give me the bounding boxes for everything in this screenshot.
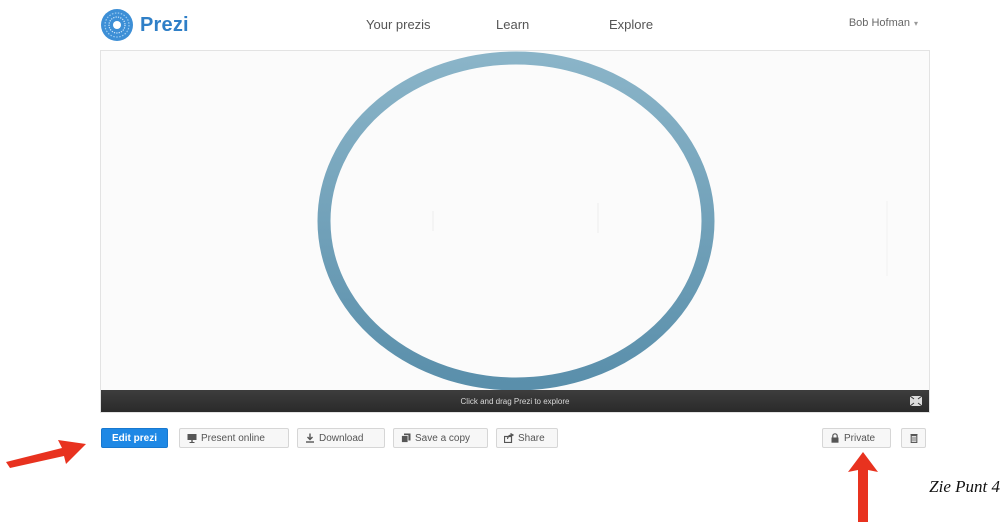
private-button[interactable]: Private [822, 428, 891, 448]
share-button[interactable]: Share [496, 428, 558, 448]
prezi-logo-icon [101, 9, 133, 41]
edit-prezi-button[interactable]: Edit prezi [101, 428, 168, 448]
chevron-down-icon: ▾ [913, 18, 918, 28]
edit-prezi-label: Edit prezi [111, 432, 157, 444]
hint-text: Click and drag Prezi to explore [460, 396, 570, 406]
annotation-text: Zie Punt 4 [929, 477, 1000, 496]
lock-icon [831, 433, 839, 443]
hint-bar: Click and drag Prezi to explore [101, 390, 929, 412]
nav-your-prezis[interactable]: Your prezis [366, 17, 431, 32]
prezi-preview-canvas[interactable]: Click and drag Prezi to explore [100, 50, 930, 413]
download-label: Download [319, 432, 364, 444]
arrow-right-icon [6, 440, 86, 468]
copy-icon [401, 433, 411, 443]
present-icon [187, 434, 197, 443]
arrow-up-icon [848, 452, 878, 522]
user-name: Bob Hofman [848, 17, 910, 29]
circle-frame [317, 51, 888, 391]
user-menu[interactable]: Bob Hofman ▾ [849, 17, 918, 29]
prezi-logo[interactable]: Prezi [100, 8, 189, 42]
fullscreen-icon[interactable] [909, 395, 923, 407]
delete-button[interactable] [901, 428, 926, 448]
nav-explore[interactable]: Explore [609, 17, 653, 32]
private-label: Private [844, 432, 876, 444]
share-icon [504, 433, 514, 443]
present-online-label: Present online [201, 432, 265, 444]
download-icon [306, 433, 314, 443]
present-online-button[interactable]: Present online [179, 428, 289, 448]
trash-icon [910, 434, 917, 443]
save-a-copy-label: Save a copy [415, 432, 471, 444]
logo-text: Prezi [140, 13, 189, 36]
share-label: Share [518, 432, 545, 444]
save-a-copy-button[interactable]: Save a copy [393, 428, 488, 448]
download-button[interactable]: Download [297, 428, 385, 448]
nav-learn[interactable]: Learn [496, 17, 529, 32]
